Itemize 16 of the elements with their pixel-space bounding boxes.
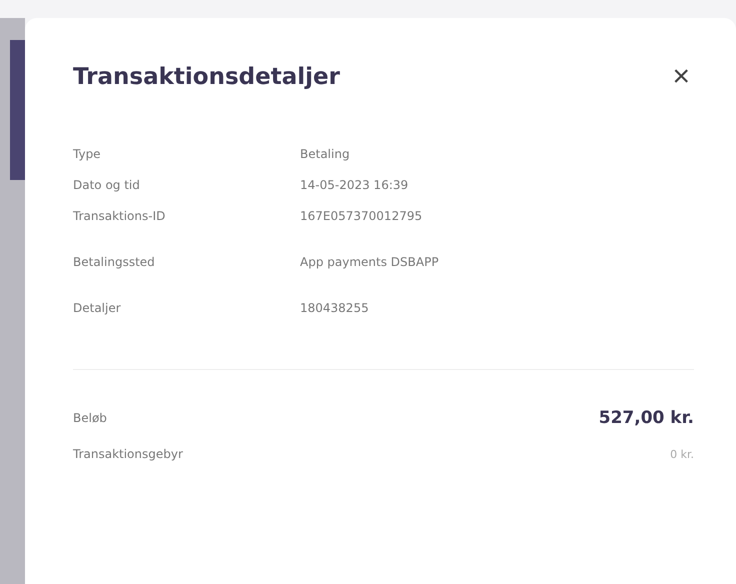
total-value: 0 kr. xyxy=(670,448,694,460)
detail-label: Dato og tid xyxy=(73,178,141,192)
dialog-title: Transaktionsdetaljer xyxy=(73,64,340,90)
detail-label: Betalingssted xyxy=(73,254,156,268)
detail-value: 167E057370012795 xyxy=(300,208,422,222)
detail-value: App payments DSBAPP xyxy=(300,254,439,268)
detail-value: Betaling xyxy=(300,146,350,160)
detail-label: Transaktions-ID xyxy=(73,208,166,222)
detail-label: Detaljer xyxy=(73,300,122,314)
total-label: Transaktionsgebyr xyxy=(73,447,184,461)
total-label: Beløb xyxy=(73,411,108,425)
detail-value: 180438255 xyxy=(300,300,369,314)
total-value: 527,00 kr. xyxy=(598,408,694,428)
close-button[interactable]: × xyxy=(668,62,694,92)
detail-label: Type xyxy=(73,146,102,160)
detail-value: 14-05-2023 16:39 xyxy=(300,178,408,192)
